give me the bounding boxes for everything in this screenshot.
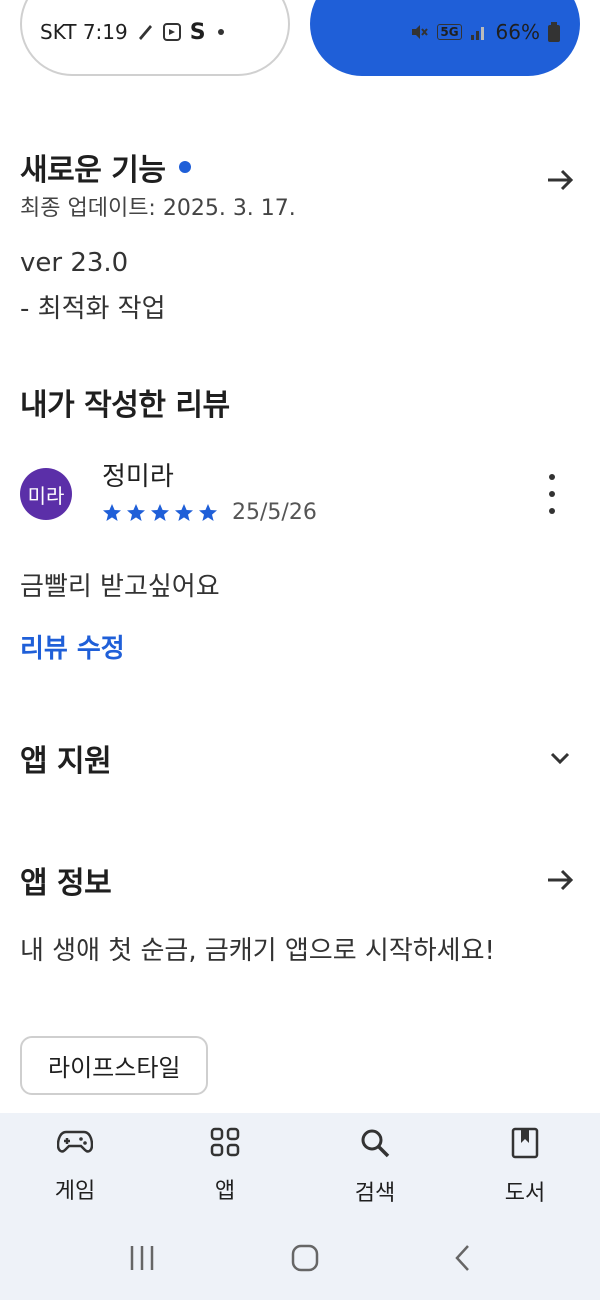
nav-label-books: 도서 bbox=[504, 1181, 546, 1206]
nav-item-search[interactable]: 검색 bbox=[300, 1113, 450, 1220]
whats-new-title: 새로운 기능 bbox=[20, 153, 166, 188]
star-icon bbox=[175, 503, 193, 521]
avatar: 미라 bbox=[20, 468, 72, 520]
app-support-title: 앱 지원 bbox=[20, 744, 112, 779]
more-notifications-dot bbox=[217, 29, 224, 35]
new-indicator-dot bbox=[179, 161, 192, 173]
whats-new-arrow-icon[interactable] bbox=[540, 160, 580, 200]
review-body: 금빨리 받고싶어요 bbox=[20, 564, 580, 610]
book-icon bbox=[511, 1127, 539, 1163]
review-date: 25/5/26 bbox=[232, 500, 317, 525]
category-chip[interactable]: 라이프스타일 bbox=[20, 1036, 209, 1095]
app-info-arrow-icon[interactable] bbox=[540, 860, 580, 900]
apps-grid-icon bbox=[210, 1127, 240, 1161]
review-text: 금빨리 받고싶어요 bbox=[20, 572, 220, 602]
s-app-icon: S bbox=[189, 19, 206, 45]
signal-icon bbox=[470, 23, 488, 41]
my-review-section: 내가 작성한 리뷰 bbox=[20, 380, 580, 424]
cast-icon bbox=[162, 22, 182, 42]
update-notes: ver 23.0 - 최적화 작업 bbox=[20, 240, 580, 332]
review-edit-row: 리뷰 수정 bbox=[20, 628, 580, 665]
more-options-icon[interactable] bbox=[540, 474, 564, 514]
app-info-section: 앱 정보 bbox=[20, 858, 580, 902]
battery-icon bbox=[548, 22, 560, 42]
review-rating-row: 25/5/26 bbox=[102, 500, 317, 525]
star-icon bbox=[199, 503, 217, 521]
my-review-title: 내가 작성한 리뷰 bbox=[20, 388, 230, 423]
nav-label-search: 검색 bbox=[354, 1181, 396, 1206]
notification-icon bbox=[136, 22, 154, 42]
bottom-navigation: 게임 앱 검색 도서 bbox=[0, 1113, 600, 1220]
reviewer-name: 정미라 bbox=[102, 462, 174, 492]
chevron-down-icon[interactable] bbox=[540, 738, 580, 778]
star-rating bbox=[102, 503, 218, 523]
whats-new-section: 새로운 기능 최종 업데이트: 2025. 3. 17. bbox=[20, 134, 580, 222]
app-support-section[interactable]: 앱 지원 bbox=[20, 736, 580, 780]
search-icon bbox=[359, 1127, 391, 1163]
system-navigation-bar bbox=[0, 1220, 600, 1300]
carrier-time: SKT 7:19 bbox=[40, 20, 128, 44]
edit-review-link[interactable]: 리뷰 수정 bbox=[20, 634, 125, 664]
review-header: 미라 정미라 25/5/26 bbox=[20, 456, 580, 536]
app-description-text: 내 생애 첫 순금, 금캐기 앱으로 시작하세요! bbox=[20, 936, 495, 966]
star-icon bbox=[103, 503, 121, 521]
version-text: ver 23.0 bbox=[20, 248, 129, 278]
battery-percent: 66% bbox=[495, 20, 540, 44]
network-badge: 5G bbox=[437, 24, 462, 40]
star-icon bbox=[151, 503, 169, 521]
nav-item-books[interactable]: 도서 bbox=[450, 1113, 600, 1220]
nav-item-apps[interactable]: 앱 bbox=[150, 1113, 300, 1220]
star-icon bbox=[127, 503, 145, 521]
nav-label-games: 게임 bbox=[54, 1179, 96, 1204]
status-bar: SKT 7:19 S 5G 66% bbox=[0, 0, 600, 64]
mute-icon bbox=[409, 22, 429, 42]
gamepad-icon bbox=[56, 1127, 94, 1161]
home-icon[interactable] bbox=[290, 1243, 320, 1277]
release-notes-text: - 최적화 작업 bbox=[20, 294, 166, 324]
last-updated-text: 최종 업데이트: 2025. 3. 17. bbox=[20, 196, 296, 221]
app-description: 내 생애 첫 순금, 금캐기 앱으로 시작하세요! bbox=[20, 928, 580, 974]
recent-apps-icon[interactable] bbox=[127, 1244, 157, 1276]
nav-item-games[interactable]: 게임 bbox=[0, 1113, 150, 1220]
nav-label-apps: 앱 bbox=[214, 1179, 236, 1204]
app-info-title: 앱 정보 bbox=[20, 866, 112, 901]
category-chips: 라이프스타일 bbox=[20, 1036, 580, 1095]
back-icon[interactable] bbox=[453, 1243, 473, 1277]
